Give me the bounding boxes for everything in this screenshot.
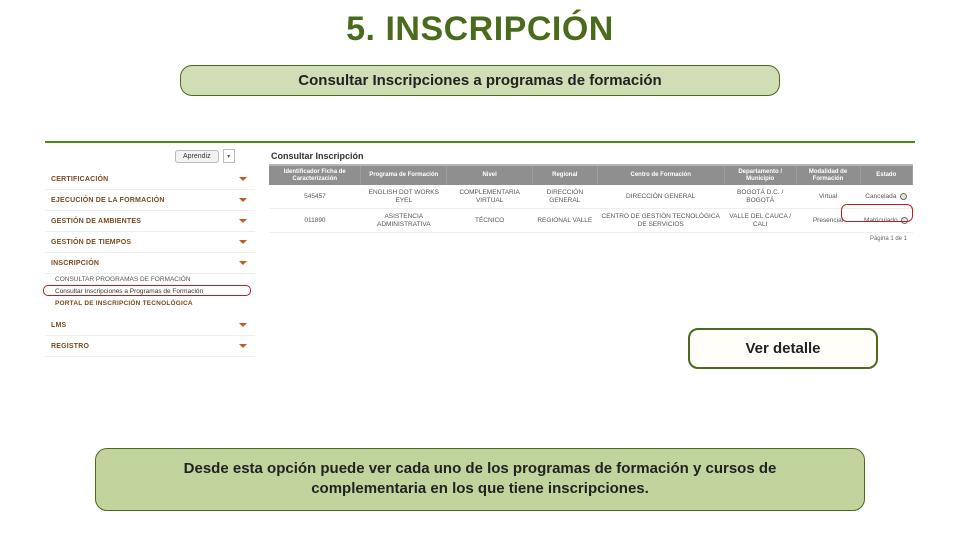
table-pager: Página 1 de 1 (269, 233, 913, 242)
sidebar-item-inscripcion[interactable]: INSCRIPCIÓN (45, 253, 255, 274)
cell-depto: VALLE DEL CAUCA / CALI (724, 209, 796, 233)
ver-detalle-callout: Ver detalle (688, 328, 878, 369)
cell-programa: ENGLISH DOT WORKS EYEL (361, 185, 447, 208)
estado-text: Matriculado (864, 217, 898, 224)
role-button[interactable]: Aprendiz (175, 150, 219, 163)
col-modalidad: Modalidad de Formación (796, 166, 860, 185)
panel-title: Consultar Inscripción (269, 149, 913, 166)
col-depto: Departamento / Municipio (724, 166, 796, 185)
role-dropdown[interactable]: ▾ (223, 149, 235, 163)
sidebar-item-lms[interactable]: LMS (45, 315, 255, 336)
cell-id: 011890 (269, 209, 361, 233)
main-panel: Consultar Inscripción Identificador Fich… (269, 149, 913, 242)
sidebar-item-label: GESTIÓN DE TIEMPOS (51, 239, 131, 246)
col-regional: Regional (533, 166, 597, 185)
sidebar-sub-portal[interactable]: PORTAL DE INSCRIPCIÓN TECNOLÓGICA (45, 298, 255, 310)
cell-depto: BOGOTÁ D.C. / BOGOTÁ (724, 185, 796, 208)
sidebar-item-label: EJECUCIÓN DE LA FORMACIÓN (51, 197, 165, 204)
col-nivel: Nivel (447, 166, 533, 185)
cell-estado[interactable]: Matriculado (860, 209, 913, 233)
cell-centro: CENTRO DE GESTIÓN TECNOLÓGICA DE SERVICI… (597, 209, 724, 233)
sidebar-item-label: GESTIÓN DE AMBIENTES (51, 218, 141, 225)
slide-title: 5. INSCRIPCIÓN (0, 10, 960, 49)
sidebar-item-tiempos[interactable]: GESTIÓN DE TIEMPOS (45, 232, 255, 253)
table-row[interactable]: 011890 ASISTENCIA ADMINISTRATIVA TÉCNICO… (269, 209, 913, 233)
cell-nivel: COMPLEMENTARIA VIRTUAL (447, 185, 533, 208)
cell-centro: DIRECCIÓN GENERAL (597, 185, 724, 208)
sidebar-item-label: REGISTRO (51, 343, 89, 350)
sidebar-item-registro[interactable]: REGISTRO (45, 336, 255, 357)
sidebar-item-certificacion[interactable]: CERTIFICACIÓN (45, 169, 255, 190)
chevron-down-icon (239, 261, 247, 265)
sidebar-item-label: CERTIFICACIÓN (51, 176, 108, 183)
chevron-down-icon (239, 219, 247, 223)
chevron-down-icon (239, 177, 247, 181)
sidebar-item-label: LMS (51, 322, 66, 329)
table-row[interactable]: 545457 ENGLISH DOT WORKS EYEL COMPLEMENT… (269, 185, 913, 208)
chevron-down-icon (239, 240, 247, 244)
chevron-down-icon (239, 198, 247, 202)
inscripciones-table: Identificador Ficha de Caracterización P… (269, 166, 913, 233)
sidebar-item-label: INSCRIPCIÓN (51, 260, 99, 267)
col-id: Identificador Ficha de Caracterización (269, 166, 361, 185)
sidebar-sub-consultar-inscripciones[interactable]: Consultar Inscripciones a Programas de F… (45, 286, 255, 298)
sidebar-sub-consultar-programas[interactable]: CONSULTAR PROGRAMAS DE FORMACIÓN (45, 274, 255, 286)
col-programa: Programa de Formación (361, 166, 447, 185)
cell-modalidad: Virtual (796, 185, 860, 208)
detail-circle-icon[interactable] (901, 217, 908, 224)
cell-programa: ASISTENCIA ADMINISTRATIVA (361, 209, 447, 233)
chevron-down-icon (239, 344, 247, 348)
estado-text: Cancelada (865, 193, 896, 200)
role-selector-row: Aprendiz ▾ (175, 149, 235, 163)
sidebar-nav: CERTIFICACIÓN EJECUCIÓN DE LA FORMACIÓN … (45, 169, 255, 357)
col-centro: Centro de Formación (597, 166, 724, 185)
footer-explainer: Desde esta opción puede ver cada uno de … (95, 448, 865, 511)
table-header-row: Identificador Ficha de Caracterización P… (269, 166, 913, 185)
detail-circle-icon[interactable] (900, 193, 907, 200)
sidebar-item-ejecucion[interactable]: EJECUCIÓN DE LA FORMACIÓN (45, 190, 255, 211)
cell-id: 545457 (269, 185, 361, 208)
cell-nivel: TÉCNICO (447, 209, 533, 233)
embedded-screenshot: Aprendiz ▾ CERTIFICACIÓN EJECUCIÓN DE LA… (45, 141, 915, 351)
sidebar-item-ambientes[interactable]: GESTIÓN DE AMBIENTES (45, 211, 255, 232)
col-estado: Estado (860, 166, 913, 185)
cell-estado[interactable]: Cancelada (860, 185, 913, 208)
subtitle-pill: Consultar Inscripciones a programas de f… (180, 65, 780, 96)
cell-modalidad: Presencial (796, 209, 860, 233)
chevron-down-icon (239, 323, 247, 327)
cell-regional: DIRECCIÓN GENERAL (533, 185, 597, 208)
cell-regional: REGIONAL VALLE (533, 209, 597, 233)
